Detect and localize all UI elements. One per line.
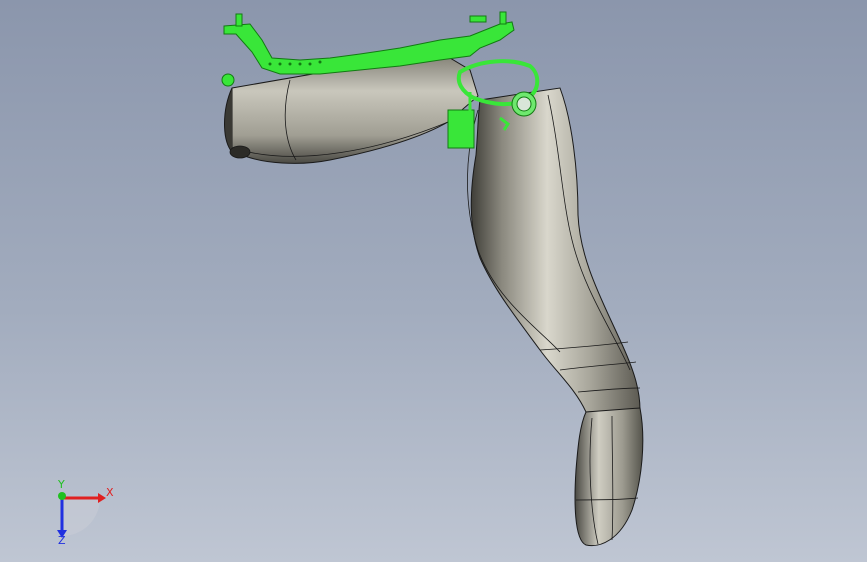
coordinate-triad: X Y Z <box>57 478 114 546</box>
z-axis-label: Z <box>58 534 66 546</box>
y-axis-marker <box>58 492 66 500</box>
x-axis-label: X <box>106 486 114 499</box>
3d-model-view[interactable] <box>0 0 867 562</box>
graphics-viewport[interactable]: X Y Z <box>0 0 867 562</box>
lower-duct-body[interactable] <box>467 87 641 413</box>
duct-foot-segment[interactable] <box>574 407 644 547</box>
y-axis-label: Y <box>57 478 65 491</box>
